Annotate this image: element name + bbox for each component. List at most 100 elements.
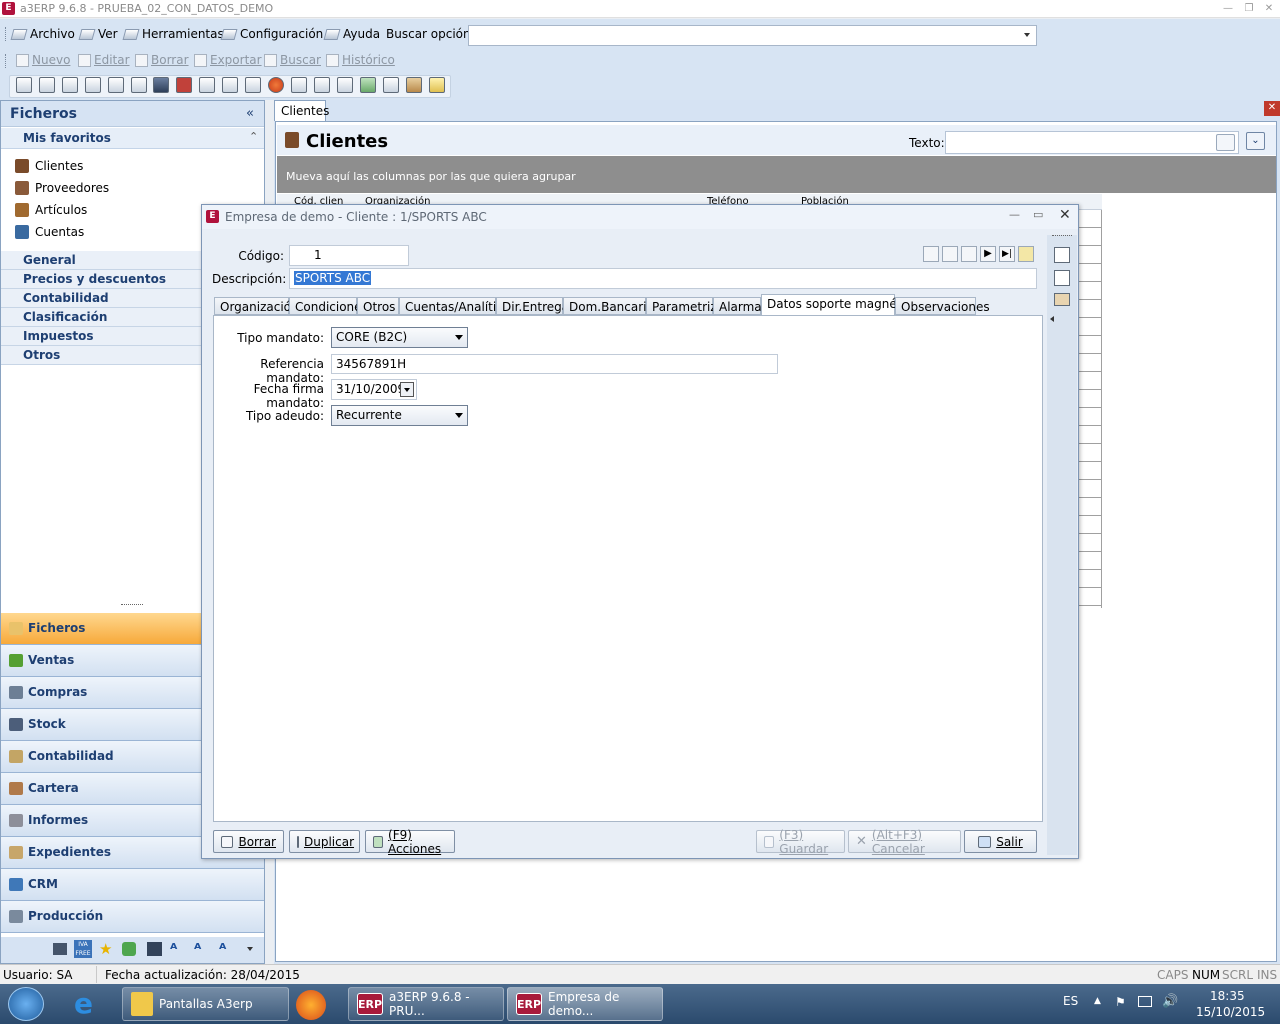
task-a3erp[interactable]: ERP a3ERP 9.6.8 - PRU... (348, 987, 504, 1021)
maximize-icon[interactable]: ▭ (1033, 208, 1043, 221)
borrar-button[interactable]: Borrar (213, 830, 284, 853)
chevron-up-icon[interactable]: ⌃ (249, 130, 258, 143)
toolbar-icon-15[interactable] (337, 77, 353, 93)
menu-ayuda[interactable]: Ayuda (323, 27, 380, 41)
bar-chart-icon[interactable] (147, 942, 162, 956)
iva-free-icon[interactable]: IVA FREE (74, 940, 92, 958)
fav-item-cuentas[interactable]: Cuentas (15, 225, 84, 239)
category-general[interactable]: General (1, 251, 201, 270)
search-doc-icon[interactable] (1054, 270, 1070, 286)
chevron-down-icon[interactable] (247, 947, 253, 951)
fav-item-clientes[interactable]: Clientes (15, 159, 83, 173)
toolbar-icon-14[interactable] (314, 77, 330, 93)
task-pantallas[interactable]: Pantallas A3erp (122, 987, 289, 1021)
language-indicator[interactable]: ES (1063, 994, 1078, 1008)
tab-alarmas[interactable]: Alarmas (713, 297, 768, 315)
menu-herramientas[interactable]: Herramientas (122, 27, 224, 41)
tab-cuentas-analitica[interactable]: Cuentas/Analítica (399, 297, 510, 315)
toolbar-icon-17[interactable] (383, 77, 399, 93)
menu-ver[interactable]: Ver (78, 27, 118, 41)
toolbar-icon-19[interactable] (429, 77, 445, 93)
aeat-icon[interactable]: ᴬ (194, 940, 201, 958)
toolbar-icon-16[interactable] (360, 77, 376, 93)
first-record-icon[interactable] (942, 246, 958, 262)
tipo-mandato-select[interactable]: CORE (B2C) (331, 327, 468, 348)
close-tab-icon[interactable]: ✕ (1264, 101, 1280, 116)
calendar-dropdown-icon[interactable] (400, 382, 414, 397)
firefox-icon[interactable] (296, 990, 326, 1020)
editar-button[interactable]: Editar (78, 53, 130, 67)
monitor-icon[interactable] (53, 943, 67, 955)
exportar-button[interactable]: Exportar (194, 53, 262, 67)
acciones-button[interactable]: (F9) Acciones (365, 828, 455, 856)
clock-time[interactable]: 18:35 (1210, 989, 1245, 1003)
attach-icon[interactable] (1018, 246, 1034, 262)
chevron-down-icon[interactable] (1024, 33, 1030, 37)
dollar-icon[interactable] (245, 77, 261, 93)
collapse-icon[interactable]: « (246, 106, 254, 121)
search-icon[interactable] (1216, 134, 1235, 151)
next-record-icon[interactable]: ▶ (980, 246, 996, 262)
toolbar-icon-6[interactable] (131, 77, 147, 93)
nav-produccion[interactable]: Producción (1, 901, 264, 933)
volume-icon[interactable]: 🔊 (1162, 994, 1178, 1009)
tab-otros[interactable]: Otros (357, 297, 399, 315)
task-empresa-demo[interactable]: ERP Empresa de demo... (507, 987, 663, 1021)
close-icon[interactable]: ✕ (1059, 207, 1071, 223)
search-option-input[interactable] (468, 25, 1037, 46)
texto-search-input[interactable] (945, 131, 1239, 154)
toolbar-icon-10[interactable] (222, 77, 238, 93)
splitter-handle[interactable] (121, 604, 143, 607)
search-record-icon[interactable] (923, 246, 939, 262)
tab-parametriz[interactable]: Parametriz. (646, 297, 721, 315)
menu-configuracion[interactable]: Configuración (220, 27, 323, 41)
duplicar-button[interactable]: Duplicar (289, 830, 360, 853)
bar-chart-icon[interactable] (153, 77, 169, 93)
buscar-button[interactable]: Buscar (264, 53, 321, 67)
borrar-button[interactable]: Borrar (135, 53, 189, 67)
guardar-button[interactable]: (F3) Guardar (756, 828, 845, 856)
category-otros[interactable]: Otros (1, 346, 201, 365)
fecha-field[interactable]: 31/10/2009 (331, 379, 417, 400)
briefcase-icon[interactable] (1054, 293, 1070, 306)
ie-icon[interactable]: e (74, 990, 93, 1018)
toolbar-icon-1[interactable] (16, 77, 32, 93)
toolbar-icon-2[interactable] (39, 77, 55, 93)
star-icon[interactable]: ★ (99, 940, 112, 958)
category-contabilidad[interactable]: Contabilidad (1, 289, 201, 308)
maximize-icon[interactable]: ❐ (1240, 1, 1258, 16)
fav-item-articulos[interactable]: Artículos (15, 203, 87, 217)
category-clasificacion[interactable]: Clasificación (1, 308, 201, 327)
expand-icon[interactable]: ⌄ (1246, 132, 1265, 150)
toolbar-icon-8[interactable] (176, 77, 192, 93)
toolbar-icon-9[interactable] (199, 77, 215, 93)
category-impuestos[interactable]: Impuestos (1, 327, 201, 346)
toolbar-icon-5[interactable] (108, 77, 124, 93)
favorites-header[interactable]: Mis favoritos ⌃ (1, 128, 264, 149)
flag-icon[interactable]: ⚑ (1115, 995, 1126, 1009)
nav-crm[interactable]: CRM (1, 869, 264, 901)
refresh-icon[interactable] (122, 942, 136, 956)
last-record-icon[interactable]: ▶| (999, 246, 1015, 262)
chevron-left-icon[interactable] (1050, 316, 1054, 322)
tab-clientes[interactable]: Clientes (274, 100, 329, 121)
gear-icon[interactable] (268, 77, 284, 93)
codigo-field[interactable]: 1 (289, 245, 409, 266)
historico-button[interactable]: Histórico (326, 53, 395, 67)
tab-dir-entrega[interactable]: Dir.Entrega (496, 297, 569, 315)
cancelar-button[interactable]: ✕ (Alt+F3) Cancelar (848, 828, 961, 856)
salir-button[interactable]: Salir (964, 830, 1037, 853)
tab-observaciones[interactable]: Observaciones (895, 297, 990, 315)
toolbar-icon-18[interactable] (406, 77, 422, 93)
toolbar-icon-4[interactable] (85, 77, 101, 93)
aeat-icon[interactable]: ᴬ (170, 940, 177, 958)
nuevo-button[interactable]: Nuevo (16, 53, 70, 67)
menu-archivo[interactable]: Archivo (10, 27, 75, 41)
toolbar-icon-3[interactable] (62, 77, 78, 93)
aeat-icon[interactable]: ᴬ (219, 940, 226, 958)
start-button[interactable] (8, 987, 44, 1021)
category-precios[interactable]: Precios y descuentos (1, 270, 201, 289)
network-icon[interactable] (1138, 996, 1152, 1007)
clock-date[interactable]: 15/10/2015 (1196, 1005, 1265, 1019)
group-by-bar[interactable]: Mueva aquí las columnas por las que quie… (277, 156, 1276, 193)
